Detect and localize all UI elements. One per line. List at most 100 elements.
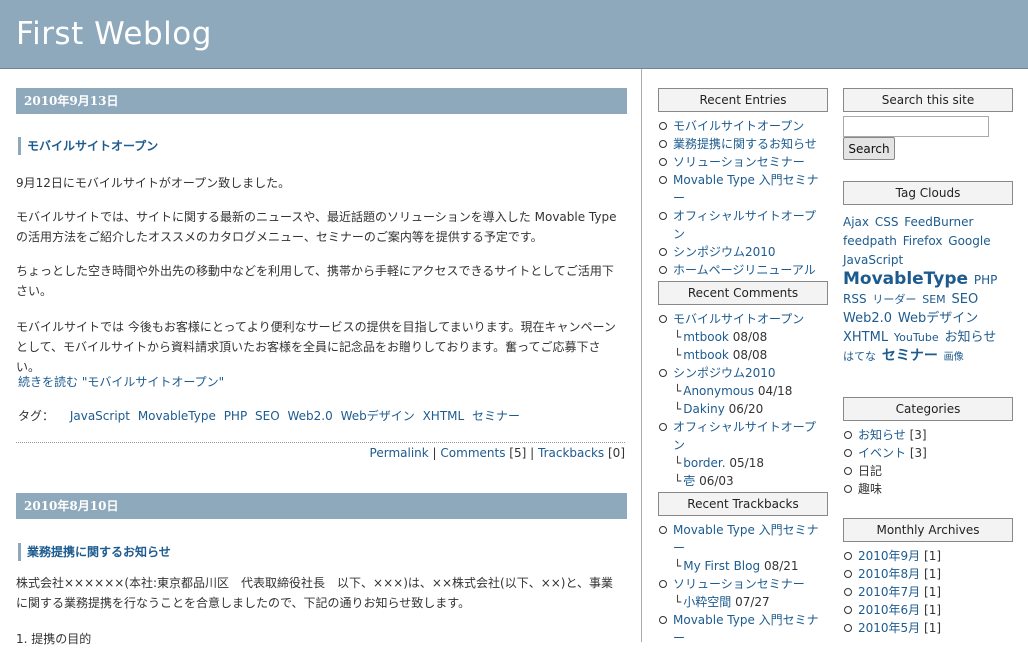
tag-link[interactable]: セミナー	[472, 409, 520, 423]
list-item: 2010年5月 [1]	[843, 619, 1013, 637]
read-more-link[interactable]: 続きを読む "モバイルサイトオープン"	[18, 372, 224, 392]
recent-entry-link[interactable]: Movable Type 入門セミナー	[673, 173, 819, 205]
search-button[interactable]: Search	[843, 137, 895, 160]
tag-link[interactable]: XHTML	[423, 409, 465, 423]
comment-author-link[interactable]: 壱	[683, 474, 695, 488]
archive-link[interactable]: 2010年9月	[858, 549, 920, 563]
tag-cloud-link[interactable]: feedpath	[843, 234, 897, 248]
entry-title[interactable]: 業務提携に関するお知らせ	[18, 543, 607, 561]
separator: |	[530, 446, 535, 460]
tag-cloud-link[interactable]: FeedBurner	[904, 215, 973, 229]
tag-cloud-link[interactable]: リーダー	[872, 293, 916, 306]
tag-cloud-link[interactable]: XHTML	[843, 330, 888, 345]
tag-cloud-link[interactable]: Ajax	[843, 215, 869, 229]
site-title[interactable]: First Weblog	[16, 16, 212, 52]
recent-comments-heading: Recent Comments	[658, 281, 828, 305]
comments-link[interactable]: Comments	[440, 446, 505, 460]
entry-paragraph: モバイルサイトでは、サイトに関する最新のニュースや、最近話題のソリューションを導…	[16, 207, 622, 247]
list-item: ソリューションセミナー	[658, 153, 828, 171]
comment-author-link[interactable]: Dakiny	[683, 402, 725, 416]
entry-tags: タグ： JavaScript MovableType PHP SEO Web2.…	[18, 406, 524, 426]
comment-date: 08/08	[732, 330, 768, 344]
tag-link[interactable]: Web2.0	[288, 409, 333, 423]
comment-item: └ 壱 06/03	[658, 472, 828, 490]
archive-link[interactable]: 2010年8月	[858, 567, 920, 581]
archive-count: [1]	[924, 549, 942, 563]
entry-paragraph: 1. 提携の目的	[16, 629, 622, 649]
trackback-entry-link[interactable]: Movable Type 入門セミナー	[673, 613, 819, 645]
categories-list: お知らせ [3] イベント [3] 日記 趣味	[843, 426, 1013, 498]
comment-author-link[interactable]: mtbook	[683, 330, 729, 344]
list-item: 日記	[843, 462, 1013, 480]
tag-cloud-link[interactable]: YouTube	[894, 331, 939, 344]
recent-entry-link[interactable]: ホームページリニューアル	[673, 263, 816, 277]
trackback-author-link[interactable]: My First Blog	[683, 559, 760, 573]
category-link[interactable]: お知らせ	[858, 428, 906, 442]
tag-cloud-link[interactable]: お知らせ	[944, 330, 996, 345]
category-label: 趣味	[858, 482, 883, 496]
tag-link[interactable]: Webデザイン	[341, 409, 415, 423]
permalink-link[interactable]: Permalink	[370, 446, 429, 460]
recent-entry-link[interactable]: ソリューションセミナー	[673, 155, 805, 169]
entry-title-link[interactable]: モバイルサイトオープン	[27, 139, 158, 153]
list-item: お知らせ [3]	[843, 426, 1013, 444]
tag-cloud-link[interactable]: JavaScript	[843, 253, 903, 267]
trackback-entry-link[interactable]: ソリューションセミナー	[673, 577, 805, 591]
recent-entry-link[interactable]: シンポジウム2010	[673, 245, 776, 259]
comment-entry-link[interactable]: モバイルサイトオープン	[673, 312, 804, 326]
date-header: 2010年8月10日	[16, 493, 627, 519]
tag-cloud-link[interactable]: CSS	[875, 215, 899, 229]
list-item: ホームページリニューアル	[658, 261, 828, 279]
tag-cloud-link[interactable]: はてな	[843, 350, 876, 363]
corner-icon: └	[674, 595, 682, 609]
archive-count: [1]	[924, 621, 942, 635]
tag-cloud-link[interactable]: Google	[948, 234, 990, 248]
list-item: ソリューションセミナー	[658, 575, 828, 593]
tag-cloud-link[interactable]: SEO	[952, 292, 979, 307]
recent-entry-link[interactable]: モバイルサイトオープン	[673, 119, 804, 133]
comment-date: 06/20	[728, 402, 764, 416]
comment-date: 06/03	[699, 474, 734, 488]
category-count: [3]	[909, 446, 927, 460]
trackback-author-link[interactable]: 小粋空間	[683, 595, 731, 609]
recent-entry-link[interactable]: オフィシャルサイトオープン	[673, 209, 816, 241]
recent-entry-link[interactable]: 業務提携に関するお知らせ	[673, 137, 817, 151]
comment-entry-link[interactable]: オフィシャルサイトオープン	[673, 420, 816, 452]
comment-author-link[interactable]: border.	[683, 456, 725, 470]
tag-cloud-link[interactable]: MovableType	[843, 269, 968, 289]
category-link[interactable]: イベント	[858, 446, 906, 460]
tag-link[interactable]: JavaScript	[70, 409, 130, 423]
entry-paragraph: ちょっとした空き時間や外出先の移動中などを利用して、携帯から手軽にアクセスできる…	[16, 261, 622, 301]
trackback-entry-link[interactable]: Movable Type 入門セミナー	[673, 523, 819, 555]
tag-cloud-link[interactable]: Webデザイン	[898, 311, 978, 326]
list-item: Movable Type 入門セミナー	[658, 521, 828, 557]
entry-title-link[interactable]: 業務提携に関するお知らせ	[27, 545, 171, 559]
search-input[interactable]	[843, 116, 989, 137]
tag-link[interactable]: SEO	[255, 409, 280, 423]
archive-link[interactable]: 2010年6月	[858, 603, 920, 617]
entry-title[interactable]: モバイルサイトオープン	[18, 137, 607, 155]
archive-link[interactable]: 2010年5月	[858, 621, 920, 635]
comment-author-link[interactable]: Anonymous	[683, 384, 754, 398]
paragraph-text: ちょっとした空き時間や外出先の移動中などを利用して、携帯から手軽にアクセスできる…	[16, 264, 614, 298]
tag-link[interactable]: MovableType	[138, 409, 216, 423]
tag-cloud-link[interactable]: PHP	[974, 273, 998, 287]
tag-cloud-link[interactable]: SEM	[922, 293, 945, 306]
archive-count: [1]	[924, 567, 942, 581]
tag-cloud-link[interactable]: Firefox	[903, 234, 943, 248]
archive-link[interactable]: 2010年7月	[858, 585, 920, 599]
tag-cloud-link[interactable]: 画像	[944, 352, 964, 363]
monthly-archives-list: 2010年9月 [1] 2010年8月 [1] 2010年7月 [1] 2010…	[843, 547, 1013, 637]
category-count: [3]	[909, 428, 927, 442]
tag-cloud-link[interactable]: RSS	[843, 292, 867, 306]
list-item: 2010年8月 [1]	[843, 565, 1013, 583]
comment-entry-link[interactable]: シンポジウム2010	[673, 366, 776, 380]
trackbacks-link[interactable]: Trackbacks	[538, 446, 604, 460]
comment-author-link[interactable]: mtbook	[683, 348, 729, 362]
recent-trackbacks-list: Movable Type 入門セミナー └ My First Blog 08/21…	[658, 521, 828, 647]
tag-cloud-link[interactable]: Web2.0	[843, 311, 892, 326]
tag-link[interactable]: PHP	[224, 409, 248, 423]
corner-icon: └	[674, 348, 682, 362]
tag-cloud-link[interactable]: セミナー	[882, 348, 938, 364]
comment-item: └ Dakiny 06/20	[658, 400, 828, 418]
